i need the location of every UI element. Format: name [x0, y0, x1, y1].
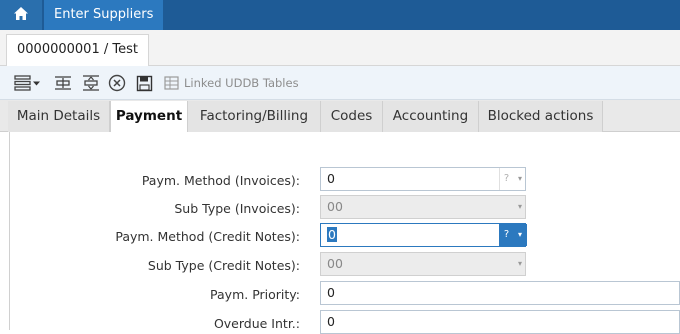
insert-row-icon	[54, 74, 72, 92]
sub-type-credit-notes-label: Sub Type (Credit Notes):	[147, 258, 300, 273]
tab-payment[interactable]: Payment	[110, 101, 188, 133]
paym-method-credit-notes-value: 0	[327, 227, 337, 242]
dropdown-button[interactable]: ▾	[513, 168, 527, 190]
toolbar: Linked UDDB Tables	[0, 66, 680, 100]
tab-main-details[interactable]: Main Details	[8, 101, 110, 132]
tab-accounting[interactable]: Accounting	[383, 101, 479, 132]
overdue-intr-value: 0	[327, 314, 335, 329]
tab-blocked-actions[interactable]: Blocked actions	[479, 101, 603, 132]
paym-method-invoices-label: Paym. Method (Invoices):	[141, 173, 300, 188]
lookup-button[interactable]: ?	[499, 168, 513, 190]
close-circle-icon	[108, 74, 126, 92]
expand-row-icon	[82, 74, 100, 92]
dropdown-button[interactable]: ▾	[513, 196, 527, 218]
app-title-tab[interactable]: Enter Suppliers	[44, 0, 164, 30]
table-icon	[164, 75, 180, 91]
sub-type-invoices-value: 00	[327, 199, 343, 214]
home-icon	[13, 6, 29, 25]
record-tab-strip: 0000000001 / Test	[0, 30, 680, 66]
payment-form: Paym. Method (Invoices): 0 ? ▾ Sub Type …	[0, 132, 680, 334]
section-tabs: Main Details Payment Factoring/Billing C…	[0, 100, 680, 133]
sub-type-credit-notes-value: 00	[327, 256, 343, 271]
paym-method-credit-notes-label: Paym. Method (Credit Notes):	[115, 229, 300, 244]
home-button[interactable]	[0, 0, 42, 30]
list-menu-icon	[14, 74, 32, 92]
cancel-button[interactable]	[108, 73, 126, 93]
linked-uddb-tables-button[interactable]: Linked UDDB Tables	[164, 73, 299, 93]
chevron-down-icon	[32, 79, 41, 88]
paym-method-invoices-field[interactable]: 0 ? ▾	[320, 167, 526, 191]
dropdown-button[interactable]: ▾	[513, 224, 527, 246]
record-tab[interactable]: 0000000001 / Test	[6, 34, 149, 66]
save-icon	[136, 75, 153, 92]
tab-factoring-billing[interactable]: Factoring/Billing	[188, 101, 321, 132]
paym-priority-value: 0	[327, 285, 335, 300]
overdue-intr-field[interactable]: 0	[320, 310, 680, 334]
sub-type-invoices-field[interactable]: 00 ▾	[320, 195, 526, 219]
paym-priority-label: Paym. Priority:	[210, 287, 300, 302]
linked-uddb-tables-label: Linked UDDB Tables	[184, 76, 299, 90]
lookup-button[interactable]: ?	[499, 224, 513, 246]
paym-method-credit-notes-field[interactable]: 0 ? ▾	[320, 223, 527, 247]
sub-type-credit-notes-field[interactable]: 00 ▾	[320, 252, 526, 276]
overdue-intr-label: Overdue Intr.:	[213, 316, 300, 331]
menu-button[interactable]	[14, 73, 41, 93]
expand-row-button[interactable]	[82, 73, 100, 93]
tab-codes[interactable]: Codes	[321, 101, 383, 132]
save-button[interactable]	[136, 73, 153, 93]
sub-type-invoices-label: Sub Type (Invoices):	[174, 201, 300, 216]
dropdown-button[interactable]: ▾	[513, 253, 527, 275]
paym-priority-field[interactable]: 0	[320, 281, 680, 305]
insert-row-button[interactable]	[54, 73, 72, 93]
top-nav-bar: Enter Suppliers	[0, 0, 680, 30]
paym-method-invoices-value: 0	[327, 171, 335, 186]
